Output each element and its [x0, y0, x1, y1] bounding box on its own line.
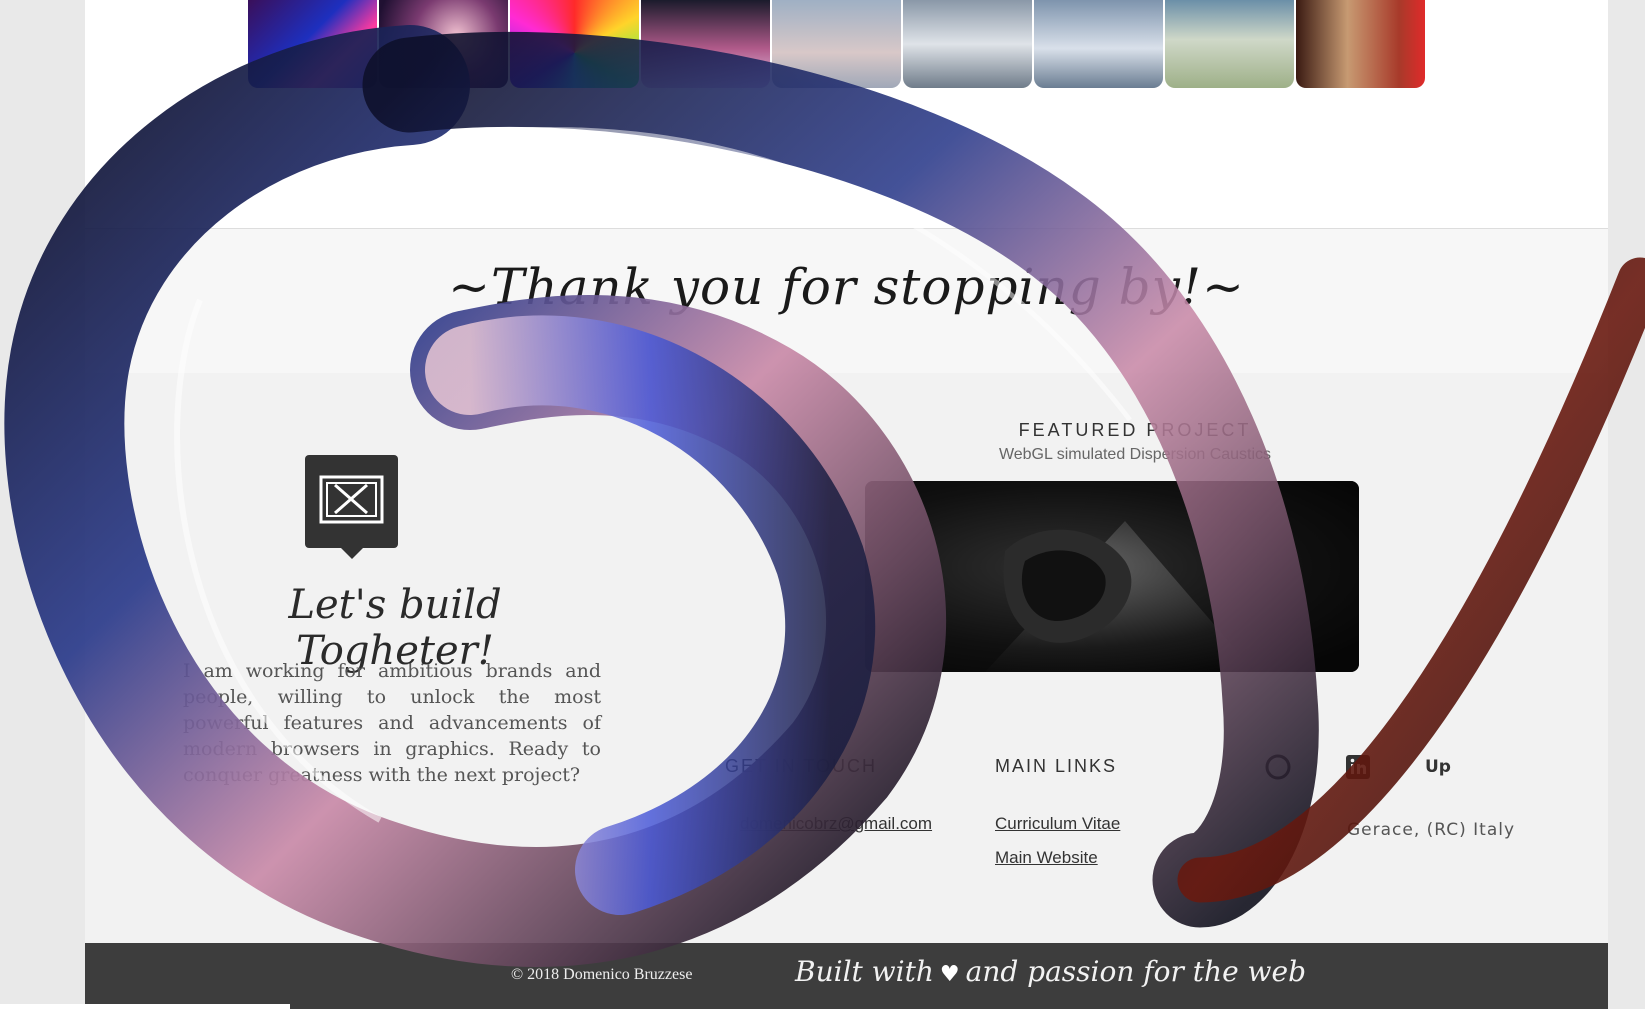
github-icon[interactable] [1263, 752, 1293, 782]
build-text: I am working for ambitious brands and pe… [183, 660, 601, 786]
thumb-statue-green[interactable] [1165, 0, 1294, 88]
get-in-touch-heading: GET IN TOUCH [725, 756, 878, 776]
thumb-bokeh-lights[interactable] [379, 0, 508, 88]
thumb-jet-2[interactable] [1034, 0, 1163, 88]
thumb-red-room[interactable] [1296, 0, 1425, 88]
page-container: ~Thank you for stopping by!~ Let's build… [85, 0, 1608, 1009]
thumb-neon-lines[interactable] [248, 0, 377, 88]
curriculum-vitae-link[interactable]: Curriculum Vitae [995, 814, 1120, 834]
built-prefix: Built with [795, 955, 934, 988]
upwork-icon[interactable]: Up [1423, 752, 1453, 782]
featured-project-image[interactable] [865, 481, 1359, 672]
page-edge-strip [0, 1004, 290, 1009]
project-thumbnail-strip [248, 0, 1425, 88]
heart-icon: ♥ [939, 962, 960, 987]
thumb-dragon-grey[interactable] [772, 0, 901, 88]
blueprint-icon [305, 455, 398, 559]
thumb-jet-1[interactable] [903, 0, 1032, 88]
copyright-text: © 2018 Domenico Bruzzese [511, 966, 693, 983]
email-link[interactable]: domenicobrz@gmail.com [740, 814, 932, 834]
linkedin-icon[interactable] [1343, 752, 1373, 782]
built-with-text: Built with ♥ and passion for the web [795, 955, 1306, 988]
main-website-link[interactable]: Main Website [995, 848, 1098, 868]
location-text: Gerace, (RC) Italy [1347, 820, 1516, 840]
built-suffix: and passion for the web [965, 955, 1306, 988]
thumb-figures-pink[interactable] [641, 0, 770, 88]
thanks-heading: ~Thank you for stopping by!~ [448, 258, 1245, 316]
main-links-heading: MAIN LINKS [995, 756, 1118, 776]
thumb-color-wheel[interactable] [510, 0, 639, 88]
featured-project-subtitle: WebGL simulated Dispersion Caustics [998, 446, 1272, 463]
featured-project-heading: FEATURED PROJECT [1018, 420, 1252, 440]
